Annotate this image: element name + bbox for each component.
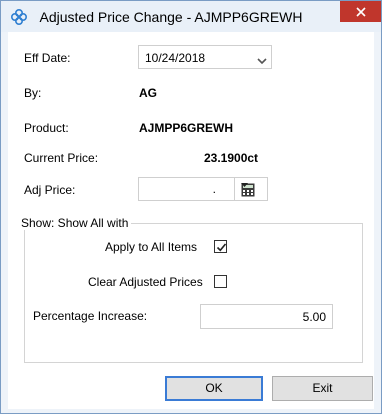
adj-price-value: . — [212, 182, 216, 196]
dropdown-arrow-icon — [241, 183, 248, 187]
apply-all-label: Apply to All Items — [105, 240, 198, 254]
ok-button[interactable]: OK — [165, 376, 263, 401]
chevron-down-icon[interactable] — [257, 54, 267, 68]
group-legend: Show: Show All with — [18, 216, 132, 230]
by-value: AG — [139, 86, 157, 100]
apply-all-checkbox[interactable] — [214, 240, 227, 253]
exit-button[interactable]: Exit — [272, 376, 373, 401]
clear-adjusted-checkbox[interactable] — [214, 275, 227, 288]
current-price-value: 23.1900ct — [204, 151, 259, 165]
close-button[interactable] — [340, 1, 381, 22]
window-title: Adjusted Price Change - AJMPP6GREWH — [39, 9, 303, 25]
product-value: AJMPP6GREWH — [139, 121, 234, 135]
eff-date-value: 10/24/2018 — [145, 51, 206, 65]
current-price-label: Current Price: — [24, 151, 99, 165]
calculator-button[interactable] — [234, 177, 268, 201]
dialog-body: Eff Date: 10/24/2018 By: AG Product: AJM… — [8, 32, 374, 409]
percentage-value: 5.00 — [302, 310, 326, 324]
checkmark-icon — [216, 243, 227, 252]
adj-price-label: Adj Price: — [24, 183, 76, 197]
eff-date-label: Eff Date: — [24, 51, 71, 65]
close-icon — [355, 6, 366, 17]
percentage-label: Percentage Increase: — [33, 309, 148, 323]
product-label: Product: — [24, 121, 69, 135]
title-bar[interactable]: Adjusted Price Change - AJMPP6GREWH — [1, 1, 381, 32]
percentage-input[interactable]: 5.00 — [200, 304, 333, 329]
adj-price-input[interactable]: . — [138, 177, 234, 201]
clear-adjusted-label: Clear Adjusted Prices — [88, 275, 203, 289]
by-label: By: — [24, 86, 42, 100]
eff-date-picker[interactable]: 10/24/2018 — [138, 45, 272, 69]
dialog-window: Adjusted Price Change - AJMPP6GREWH Eff … — [0, 0, 382, 414]
